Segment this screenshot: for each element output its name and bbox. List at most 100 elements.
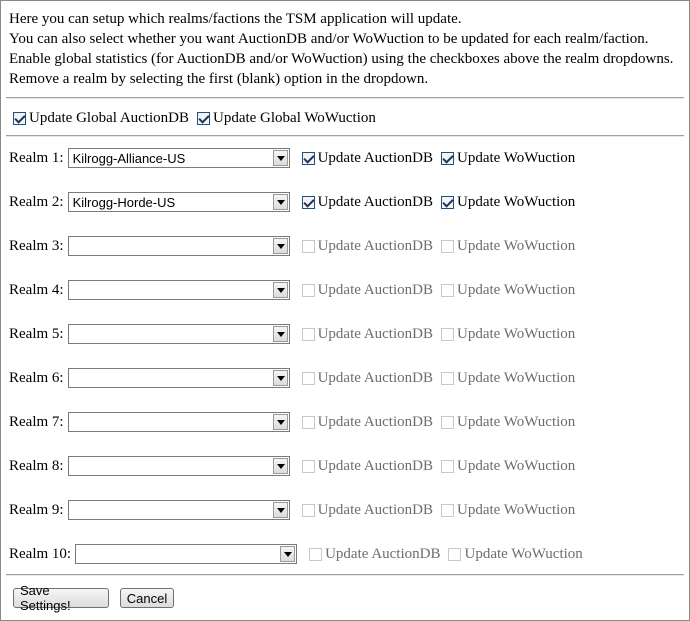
chevron-down-icon[interactable] [272,282,288,298]
update-wowuction-label: Update WoWuction [456,281,576,298]
update-auctiondb-label: Update AuctionDB [317,457,433,474]
settings-panel: Here you can setup which realms/factions… [0,0,690,621]
realm-dropdown[interactable] [67,500,290,520]
divider [6,574,684,576]
realm-label: Realm 9: [9,501,64,518]
update-wowuction-checkbox[interactable] [440,151,454,165]
cancel-button[interactable]: Cancel [120,588,174,608]
update-auctiondb-option[interactable]: Update AuctionDB [301,149,433,167]
update-wowuction-checkbox[interactable] [448,547,462,561]
intro-line: Enable global statistics (for AuctionDB … [9,51,674,67]
update-wowuction-checkbox[interactable] [440,195,454,209]
update-auctiondb-label: Update AuctionDB [317,369,433,386]
global-auctiondb-checkbox[interactable] [13,111,26,125]
update-wowuction-checkbox[interactable] [440,283,454,297]
update-wowuction-label: Update WoWuction [456,457,576,474]
update-wowuction-label: Update WoWuction [456,325,576,342]
update-auctiondb-checkbox[interactable] [301,283,315,297]
update-wowuction-label: Update WoWuction [456,149,576,166]
intro-line: You can also select whether you want Auc… [9,31,649,47]
update-auctiondb-checkbox[interactable] [301,371,315,385]
realm-row: Realm 3: Update AuctionDB Update WoWuction [9,236,575,256]
update-auctiondb-option[interactable]: Update AuctionDB [301,457,433,475]
update-wowuction-option[interactable]: Update WoWuction [448,545,583,563]
realm-label: Realm 6: [9,369,64,386]
update-wowuction-option[interactable]: Update WoWuction [440,149,576,167]
save-settings-button[interactable]: Save Settings! [13,583,109,613]
update-auctiondb-checkbox[interactable] [301,327,315,341]
update-wowuction-checkbox[interactable] [440,327,454,341]
realm-dropdown[interactable] [67,456,290,476]
update-wowuction-option[interactable]: Update WoWuction [440,325,576,343]
update-auctiondb-checkbox[interactable] [301,503,315,517]
realm-row: Realm 9: Update AuctionDB Update WoWuction [9,500,575,520]
chevron-down-icon[interactable] [272,414,288,430]
chevron-down-icon[interactable] [272,194,288,210]
update-auctiondb-checkbox[interactable] [309,547,323,561]
realm-label: Realm 8: [9,457,64,474]
update-wowuction-checkbox[interactable] [440,503,454,517]
update-auctiondb-option[interactable]: Update AuctionDB [301,501,433,519]
realm-label: Realm 2: [9,193,64,210]
realm-row: Realm 6: Update AuctionDB Update WoWuction [9,368,575,388]
update-wowuction-label: Update WoWuction [464,545,583,562]
realm-dropdown[interactable] [67,236,290,256]
realm-label: Realm 5: [9,325,64,342]
update-wowuction-option[interactable]: Update WoWuction [440,414,575,431]
update-auctiondb-checkbox[interactable] [301,415,315,429]
update-auctiondb-option[interactable]: Update AuctionDB [301,194,433,211]
intro-line: Here you can setup which realms/factions… [9,11,462,27]
update-wowuction-option[interactable]: Update WoWuction [440,501,576,519]
realm-dropdown[interactable] [67,280,290,300]
realm-dropdown[interactable] [67,324,290,344]
chevron-down-icon[interactable] [272,502,288,518]
update-auctiondb-checkbox[interactable] [301,151,315,165]
chevron-down-icon[interactable] [280,546,296,562]
update-wowuction-option[interactable]: Update WoWuction [440,457,576,475]
realm-row: Realm 5: Update AuctionDB Update WoWuction [9,324,575,344]
update-auctiondb-option[interactable]: Update AuctionDB [301,369,433,387]
realm-dropdown[interactable]: Kilrogg-Horde-US [67,192,290,212]
chevron-down-icon[interactable] [272,238,288,254]
update-auctiondb-label: Update AuctionDB [317,149,433,166]
update-auctiondb-option[interactable]: Update AuctionDB [301,414,433,431]
update-auctiondb-checkbox[interactable] [301,195,315,209]
global-auctiondb-option[interactable]: Update Global AuctionDB [13,110,189,127]
realm-row: Realm 7: Update AuctionDB Update WoWuction [9,412,575,432]
update-auctiondb-option[interactable]: Update AuctionDB [301,281,433,299]
update-wowuction-label: Update WoWuction [456,237,576,254]
update-wowuction-checkbox[interactable] [440,239,454,253]
chevron-down-icon[interactable] [272,370,288,386]
global-wowuction-option[interactable]: Update Global WoWuction [196,109,376,127]
realm-dropdown[interactable] [75,544,298,564]
update-wowuction-option[interactable]: Update WoWuction [440,237,576,255]
global-options: Update Global AuctionDB Update Global Wo… [13,108,376,128]
update-wowuction-label: Update WoWuction [456,501,576,518]
chevron-down-icon[interactable] [272,458,288,474]
update-auctiondb-checkbox[interactable] [301,459,315,473]
update-auctiondb-option[interactable]: Update AuctionDB [309,546,440,563]
update-wowuction-option[interactable]: Update WoWuction [440,281,576,299]
global-auctiondb-label: Update Global AuctionDB [29,109,189,126]
update-wowuction-option[interactable]: Update WoWuction [440,370,575,387]
update-auctiondb-option[interactable]: Update AuctionDB [301,238,433,255]
realm-dropdown[interactable]: Kilrogg-Alliance-US [67,148,290,168]
update-auctiondb-label: Update AuctionDB [317,325,433,342]
chevron-down-icon[interactable] [272,326,288,342]
update-wowuction-checkbox[interactable] [440,459,454,473]
update-auctiondb-label: Update AuctionDB [317,501,433,518]
update-wowuction-checkbox[interactable] [440,415,454,429]
intro-line: Remove a realm by selecting the first (b… [9,71,429,87]
update-auctiondb-checkbox[interactable] [301,239,315,253]
update-auctiondb-label: Update AuctionDB [325,545,441,562]
update-wowuction-checkbox[interactable] [440,371,454,385]
global-wowuction-label: Update Global WoWuction [212,109,376,126]
update-auctiondb-label: Update AuctionDB [317,281,433,298]
update-auctiondb-option[interactable]: Update AuctionDB [301,325,433,343]
global-wowuction-checkbox[interactable] [196,111,210,125]
realm-dropdown[interactable] [67,368,290,388]
realm-dropdown[interactable] [67,412,290,432]
update-wowuction-option[interactable]: Update WoWuction [440,194,575,211]
realm-row: Realm 10: Update AuctionDB Update WoWuctio… [9,544,583,564]
chevron-down-icon[interactable] [272,150,288,166]
